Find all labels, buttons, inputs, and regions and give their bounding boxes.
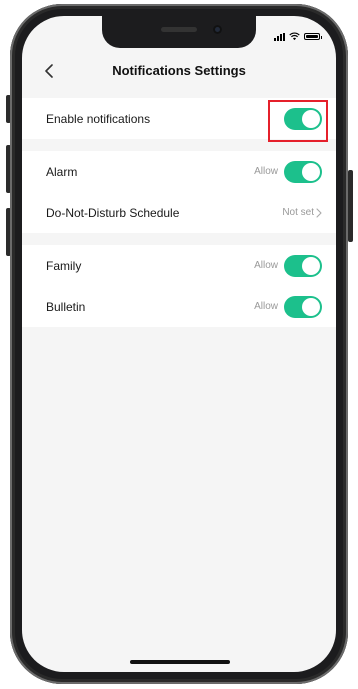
setting-row-alarm: Alarm Allow bbox=[22, 151, 336, 192]
notch bbox=[102, 16, 256, 48]
setting-label: Enable notifications bbox=[46, 111, 151, 126]
home-indicator bbox=[130, 660, 230, 664]
setting-value: Not set bbox=[282, 207, 314, 218]
setting-row-bulletin: Bulletin Allow bbox=[22, 286, 336, 327]
setting-value: Allow bbox=[254, 166, 278, 177]
alarm-toggle[interactable] bbox=[284, 160, 322, 183]
speaker-grille bbox=[161, 27, 197, 32]
setting-value: Allow bbox=[254, 260, 278, 271]
page-title: Notifications Settings bbox=[112, 63, 246, 78]
toggle-knob bbox=[302, 162, 320, 181]
setting-label: Do-Not-Disturb Schedule bbox=[46, 205, 180, 220]
phone-screen: Notifications Settings Enable notificati… bbox=[22, 16, 336, 672]
setting-label: Bulletin bbox=[46, 299, 86, 314]
setting-label: Family bbox=[46, 258, 82, 273]
toggle-knob bbox=[302, 297, 320, 316]
setting-value: Allow bbox=[254, 301, 278, 312]
section-alarm: Alarm Allow Do-Not-Disturb Schedule Not … bbox=[22, 151, 336, 233]
power-button bbox=[348, 170, 353, 242]
front-camera bbox=[213, 25, 222, 34]
bulletin-toggle[interactable] bbox=[284, 295, 322, 318]
setting-row-do-not-disturb[interactable]: Do-Not-Disturb Schedule Not set bbox=[22, 192, 336, 233]
wifi-icon bbox=[289, 32, 300, 41]
setting-label: Alarm bbox=[46, 164, 78, 179]
status-bar-icons bbox=[274, 32, 322, 41]
section-family-bulletin: Family Allow Bulletin Allow bbox=[22, 245, 336, 327]
setting-row-family: Family Allow bbox=[22, 245, 336, 286]
battery-icon bbox=[304, 33, 322, 40]
signal-icon bbox=[274, 32, 285, 41]
chevron-right-icon bbox=[316, 207, 322, 218]
navigation-bar: Notifications Settings bbox=[22, 52, 336, 90]
highlight-annotation bbox=[268, 100, 328, 142]
family-toggle[interactable] bbox=[284, 254, 322, 277]
toggle-knob bbox=[302, 256, 320, 275]
